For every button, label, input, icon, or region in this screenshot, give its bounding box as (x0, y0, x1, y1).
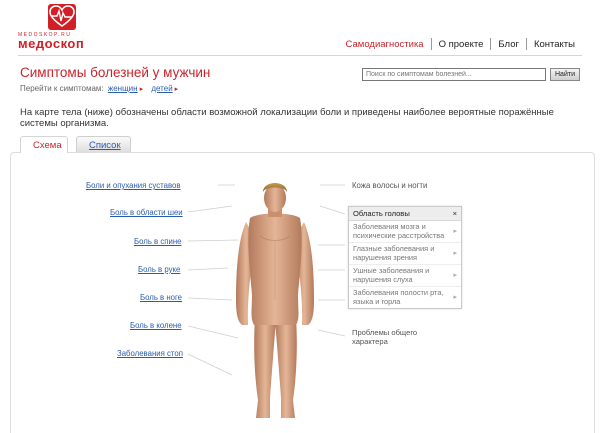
link-joint-pain[interactable]: Боли и опухания суставов (86, 181, 181, 190)
popup-item-ears[interactable]: Ушные заболевания и нарушения слуха ▸ (349, 265, 461, 287)
link-foot-diseases[interactable]: Заболевания стоп (117, 349, 183, 358)
link-knee-pain[interactable]: Боль в колене (130, 321, 182, 330)
popup-item-mouth[interactable]: Заболевания полости рта, языка и горла ▸ (349, 287, 461, 308)
body-map (187, 183, 346, 418)
popup-header: Область головы × (349, 207, 461, 221)
link-neck-pain[interactable]: Боль в области шеи (110, 208, 183, 217)
link-leg-pain[interactable]: Боль в ноге (140, 293, 182, 302)
popup-item-label: Заболевания мозга и психические расстрой… (353, 222, 445, 240)
head-region-popup: Область головы × Заболевания мозга и пси… (348, 206, 462, 309)
close-icon[interactable]: × (453, 209, 457, 218)
chevron-right-icon: ▸ (453, 271, 457, 279)
popup-item-eyes[interactable]: Глазные заболевания и нарушения зрения ▸ (349, 243, 461, 265)
label-skin-hair-nails[interactable]: Кожа волосы и ногти (352, 181, 427, 190)
chevron-right-icon: ▸ (453, 227, 457, 235)
label-general-problems[interactable]: Проблемы общего характера (352, 328, 422, 346)
link-arm-pain[interactable]: Боль в руке (138, 265, 180, 274)
link-back-pain[interactable]: Боль в спине (134, 237, 182, 246)
tab-scheme[interactable]: Схема (20, 136, 68, 153)
human-figure[interactable] (236, 183, 314, 418)
popup-title: Область головы (353, 209, 410, 218)
popup-item-label: Ушные заболевания и нарушения слуха (353, 266, 430, 284)
popup-item-label: Заболевания полости рта, языка и горла (353, 288, 444, 306)
chevron-right-icon: ▸ (453, 249, 457, 257)
chevron-right-icon: ▸ (453, 293, 457, 301)
popup-item-label: Глазные заболевания и нарушения зрения (353, 244, 435, 262)
popup-item-brain[interactable]: Заболевания мозга и психические расстрой… (349, 221, 461, 243)
